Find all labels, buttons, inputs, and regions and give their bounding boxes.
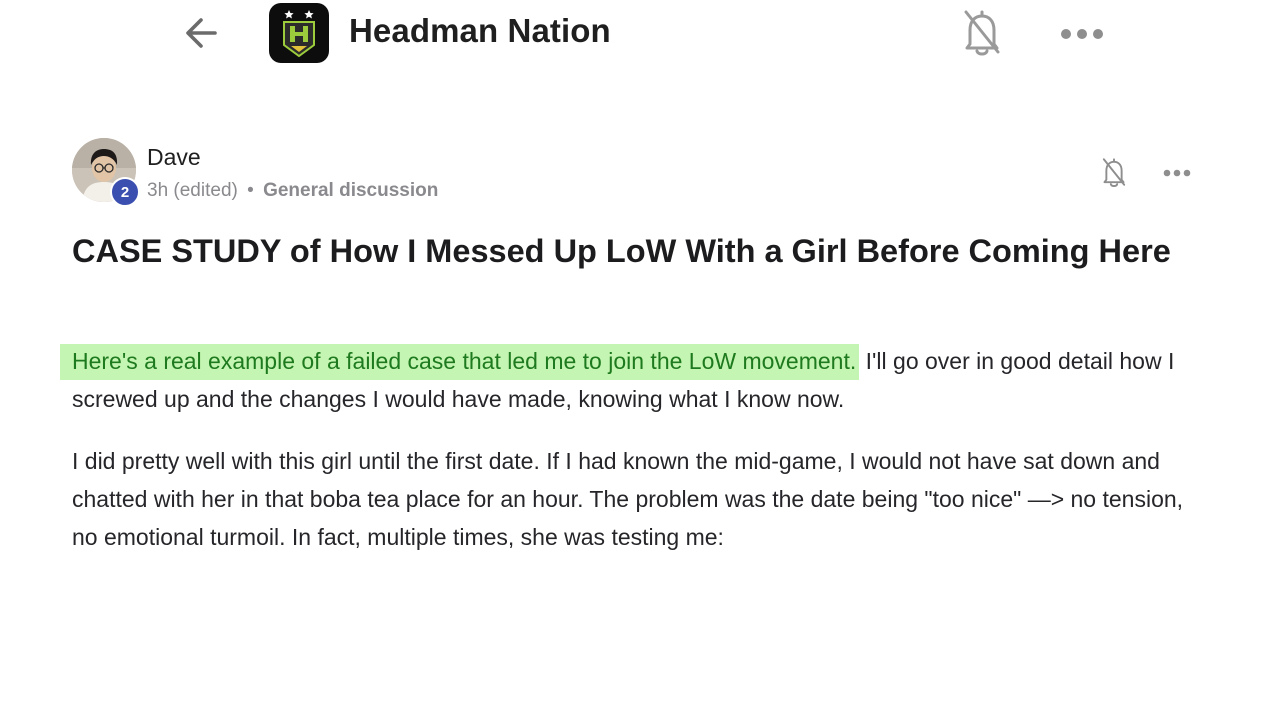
community-logo[interactable]: [269, 3, 329, 63]
more-horizontal-icon: [1163, 169, 1191, 177]
post-header: 2 Dave 3h (edited) • General discussion: [72, 138, 1202, 208]
author-avatar[interactable]: 2: [72, 138, 140, 207]
level-badge: 2: [110, 177, 140, 207]
post-more-button[interactable]: [1160, 158, 1194, 188]
post-category[interactable]: General discussion: [263, 180, 438, 201]
community-more-button[interactable]: [1056, 14, 1108, 54]
highlighted-text[interactable]: Here's a real example of a failed case t…: [60, 344, 860, 380]
post-paragraph: Here's a real example of a failed case t…: [60, 342, 1208, 418]
notifications-toggle[interactable]: [956, 4, 1008, 60]
post-body: Here's a real example of a failed case t…: [60, 342, 1208, 580]
post-time: 3h (edited): [147, 180, 238, 201]
back-button[interactable]: [178, 10, 224, 56]
arrow-left-icon: [186, 18, 217, 48]
headman-shield-logo: [283, 10, 315, 58]
author-name[interactable]: Dave: [147, 144, 201, 171]
top-bar: Headman Nation: [0, 0, 1280, 66]
post-screen: Headman Nation 2 Dave 3h (edited) • Gene…: [0, 0, 1280, 720]
bell-off-icon: [964, 10, 1000, 56]
post-meta: 3h (edited) • General discussion: [147, 180, 438, 202]
more-horizontal-icon: [1061, 29, 1103, 39]
community-title: Headman Nation: [349, 12, 611, 49]
post-notifications-toggle[interactable]: [1098, 152, 1130, 192]
post-title: CASE STUDY of How I Messed Up LoW With a…: [72, 233, 1171, 269]
bell-off-icon: [1102, 158, 1126, 187]
post-paragraph: I did pretty well with this girl until t…: [72, 448, 1184, 550]
meta-separator: •: [247, 180, 254, 201]
